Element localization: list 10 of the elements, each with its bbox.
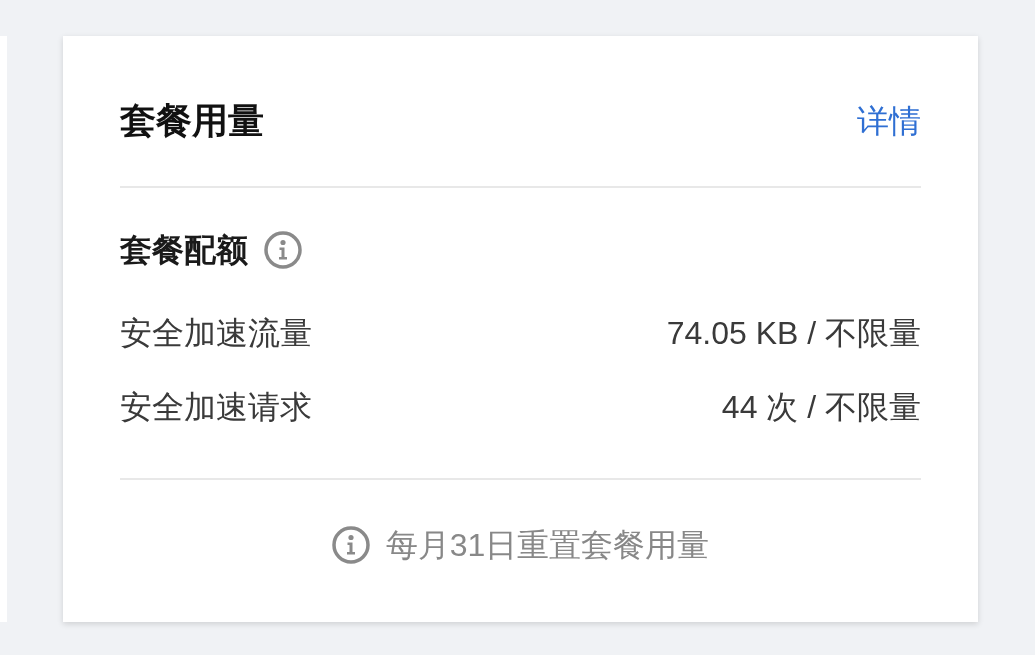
- details-link[interactable]: 详情: [857, 101, 921, 141]
- section-title: 套餐配额: [120, 231, 248, 270]
- quota-value: 74.05 KB / 不限量: [666, 314, 921, 353]
- quota-value: 44 次 / 不限量: [721, 388, 921, 427]
- info-icon: [264, 231, 302, 269]
- quota-label: 安全加速流量: [120, 314, 312, 353]
- info-icon: [331, 526, 370, 564]
- card-title: 套餐用量: [120, 99, 264, 143]
- quota-label: 安全加速请求: [120, 388, 312, 427]
- reset-note: 每月31日重置套餐用量: [385, 526, 710, 565]
